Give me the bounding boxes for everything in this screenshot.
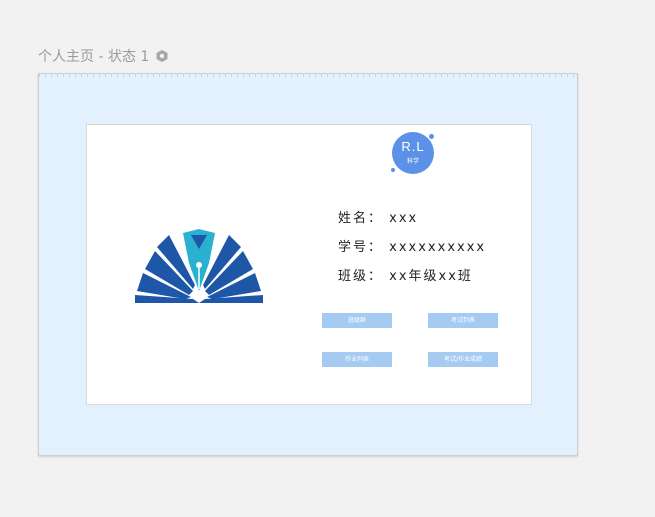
student-id-label: 学号：: [338, 240, 384, 255]
name-row: 姓名： xxx: [338, 211, 486, 240]
state-icon[interactable]: [155, 49, 169, 63]
frame-ruler: [39, 74, 577, 77]
avatar-main-text: R.L: [401, 139, 425, 154]
avatar-dot-icon: [391, 168, 395, 172]
avatar-dot-icon: [429, 134, 434, 139]
avatar-circle: R.L 科学: [392, 132, 434, 174]
scores-button[interactable]: 考试/作业成绩: [428, 352, 498, 367]
book-logo-icon: [135, 229, 263, 303]
state-title: 个人主页 - 状态 1: [38, 46, 169, 66]
class-row: 班级： xx年级xx班: [338, 269, 486, 298]
student-id-row: 学号： xxxxxxxxxx: [338, 240, 486, 269]
student-id-value: xxxxxxxxxx: [389, 240, 487, 255]
class-label: 班级：: [338, 269, 384, 284]
homework-list-button[interactable]: 作业列表: [322, 352, 392, 367]
name-value: xxx: [389, 211, 419, 226]
class-value: xx年级xx班: [389, 269, 473, 284]
profile-card: R.L 科学 姓名： xxx 学号： xxxxxxxxxx 班级： xx年级xx…: [86, 124, 532, 405]
exam-list-button[interactable]: 考试列表: [428, 313, 498, 328]
class-group-button[interactable]: 班级群: [322, 313, 392, 328]
avatar[interactable]: R.L 科学: [391, 132, 434, 174]
state-title-text: 个人主页 - 状态 1: [38, 49, 150, 65]
avatar-sub-text: 科学: [406, 158, 419, 165]
name-label: 姓名：: [338, 211, 384, 226]
page-frame: R.L 科学 姓名： xxx 学号： xxxxxxxxxx 班级： xx年级xx…: [38, 73, 578, 456]
profile-info: 姓名： xxx 学号： xxxxxxxxxx 班级： xx年级xx班: [338, 211, 486, 298]
